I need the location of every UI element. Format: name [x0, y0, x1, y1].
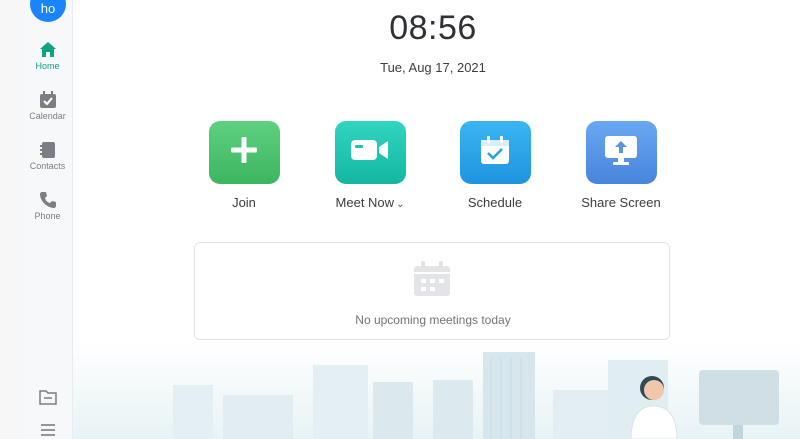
join-tile[interactable]: [208, 121, 280, 184]
sidebar-item-phone[interactable]: Phone: [22, 190, 73, 221]
video-camera-icon: [349, 136, 391, 169]
sidebar-item-home[interactable]: Home: [22, 40, 73, 71]
clock-date: Tue, Aug 17, 2021: [380, 60, 486, 75]
calendar-icon: [22, 90, 73, 110]
home-panel: 08:56 Tue, Aug 17, 2021 Join Meet Now⌄: [73, 0, 800, 439]
sidebar-item-label: Contacts: [29, 161, 66, 171]
sidebar-item-label: Phone: [34, 211, 61, 221]
chevron-down-icon[interactable]: ⌄: [396, 199, 404, 210]
phone-icon: [22, 190, 73, 210]
meet-now-label-row: Meet Now ⌄: [310, 195, 430, 210]
calendar-check-icon: [478, 133, 512, 172]
no-meetings-text: No upcoming meetings today: [355, 313, 511, 327]
clock-time: 08:56: [389, 9, 477, 47]
sidebar-item-label: Home: [35, 61, 60, 71]
screen-share-icon: [602, 133, 640, 172]
sidebar-item-label: Calendar: [29, 111, 66, 121]
sidebar-item-contacts[interactable]: Contacts: [22, 140, 73, 171]
plus-icon: [227, 133, 261, 172]
schedule-button[interactable]: Schedule: [435, 121, 555, 210]
upcoming-meetings-panel: No upcoming meetings today: [194, 242, 670, 340]
meet-now-tile[interactable]: [334, 121, 406, 184]
meet-now-button[interactable]: Meet Now ⌄: [310, 121, 430, 210]
contacts-icon: [22, 140, 73, 160]
calendar-empty-icon: [412, 260, 452, 303]
app-window: ho Home Calendar Contacts Phone 08:56 Tu…: [0, 0, 800, 439]
join-label: Join: [232, 195, 256, 210]
share-screen-button[interactable]: Share Screen: [561, 121, 681, 210]
folder-icon[interactable]: [22, 388, 73, 406]
schedule-label: Schedule: [467, 195, 523, 210]
home-icon: [22, 40, 73, 60]
share-screen-label: Share Screen: [581, 195, 661, 210]
avatar[interactable]: ho: [30, 0, 66, 22]
background-illustration: [73, 340, 800, 439]
window-gutter: [0, 0, 22, 439]
join-button[interactable]: Join: [184, 121, 304, 210]
sidebar-item-calendar[interactable]: Calendar: [22, 90, 73, 121]
schedule-tile[interactable]: [459, 121, 531, 184]
menu-icon[interactable]: [22, 422, 73, 438]
share-screen-tile[interactable]: [585, 121, 657, 184]
meet-now-label: Meet Now: [335, 195, 395, 210]
sidebar: ho Home Calendar Contacts Phone: [22, 0, 73, 439]
